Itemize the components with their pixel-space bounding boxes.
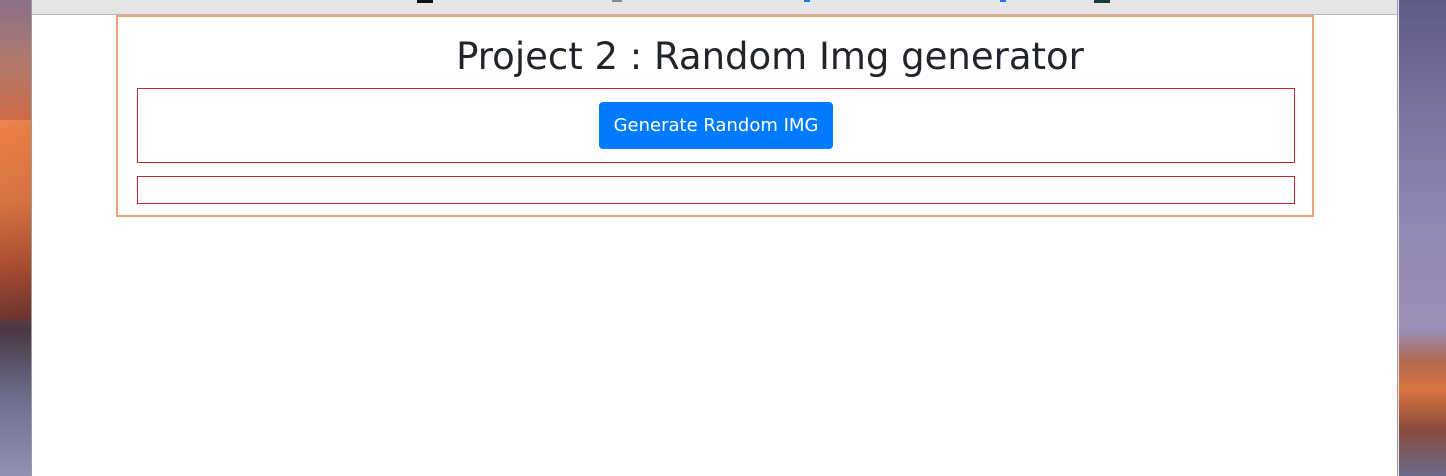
bookmark-icon[interactable] [417,0,433,3]
bookmark-icon[interactable] [1000,0,1006,2]
generate-random-img-button[interactable]: Generate Random IMG [599,102,833,149]
bookmark-icon[interactable] [804,0,810,2]
browser-window: Project 2 : Random Img generator Generat… [31,0,1398,476]
bookmark-icon[interactable] [1094,0,1110,3]
bookmarks-bar [32,0,1397,15]
app-container: Project 2 : Random Img generator Generat… [116,15,1314,217]
desktop-wallpaper-right [1399,0,1446,476]
desktop-wallpaper-left [0,0,31,476]
button-container: Generate Random IMG [137,88,1295,163]
image-container [137,176,1295,204]
bookmark-icon[interactable] [612,0,622,2]
page-title: Project 2 : Random Img generator [456,35,1084,78]
